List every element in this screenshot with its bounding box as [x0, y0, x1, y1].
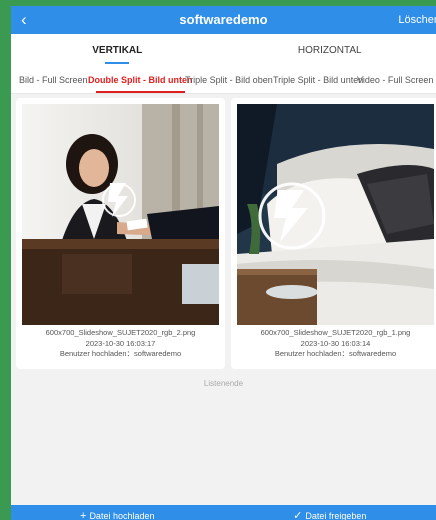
file-card[interactable]: 600x700_Slideshow_SUJET2020_rgb_2.png 20…: [16, 98, 225, 369]
delete-button[interactable]: Löschen: [398, 6, 436, 34]
file-uploader: Benutzer hochladen：softwaredemo: [59, 349, 182, 358]
page-title: softwaredemo: [179, 12, 268, 27]
file-name: 600x700_Slideshow_SUJET2020_rgb_1.png: [260, 328, 411, 337]
top-bar: ‹ softwaredemo Löschen: [11, 6, 436, 34]
file-thumbnail[interactable]: [237, 104, 434, 325]
bottom-bar: + Datei hochladen ✓ Datei freigeben: [11, 505, 436, 520]
checkmark-icon: ✓: [293, 510, 303, 520]
tab-video-full-screen[interactable]: Video - Full Screen unten: [357, 66, 436, 93]
reception-photo: [22, 104, 219, 325]
app-frame: ‹ softwaredemo Löschen VERTIKAL HORIZONT…: [11, 6, 436, 520]
upload-file-label: Datei hochladen: [89, 511, 155, 520]
tab-triple-split-bild-oben[interactable]: Triple Split - Bild oben: [185, 66, 273, 93]
tab-double-split-bild-unten[interactable]: Double Split - Bild unten: [88, 66, 193, 93]
list-end-label: Listenende: [203, 379, 244, 388]
file-date: 2023-10-30 16:03:14: [300, 338, 371, 348]
file-name: 600x700_Slideshow_SUJET2020_rgb_2.png: [45, 328, 196, 337]
upload-file-button[interactable]: + Datei hochladen: [11, 505, 224, 520]
file-meta: 600x700_Slideshow_SUJET2020_rgb_1.png 20…: [231, 328, 436, 360]
share-file-label: Datei freigeben: [305, 511, 367, 520]
share-file-button[interactable]: ✓ Datei freigeben: [224, 505, 436, 520]
tab-horizontal[interactable]: HORIZONTAL: [224, 34, 436, 66]
plus-icon: +: [80, 510, 87, 520]
file-thumbnail[interactable]: [22, 104, 219, 325]
file-date: 2023-10-30 16:03:17: [85, 338, 156, 348]
file-uploader: Benutzer hochladen：softwaredemo: [274, 349, 397, 358]
tab-triple-split-bild-unten[interactable]: Triple Split - Bild unten: [273, 66, 363, 93]
tab-bild-full-screen[interactable]: Bild - Full Screen: [19, 66, 88, 93]
layout-tabs: Bild - Full Screen Double Split - Bild u…: [11, 66, 436, 94]
file-card[interactable]: 600x700_Slideshow_SUJET2020_rgb_1.png 20…: [231, 98, 436, 369]
file-meta: 600x700_Slideshow_SUJET2020_rgb_2.png 20…: [16, 328, 225, 360]
orientation-tabs: VERTIKAL HORIZONTAL: [11, 34, 436, 66]
bedroom-photo: [237, 104, 434, 325]
tab-vertical[interactable]: VERTIKAL: [11, 34, 224, 66]
